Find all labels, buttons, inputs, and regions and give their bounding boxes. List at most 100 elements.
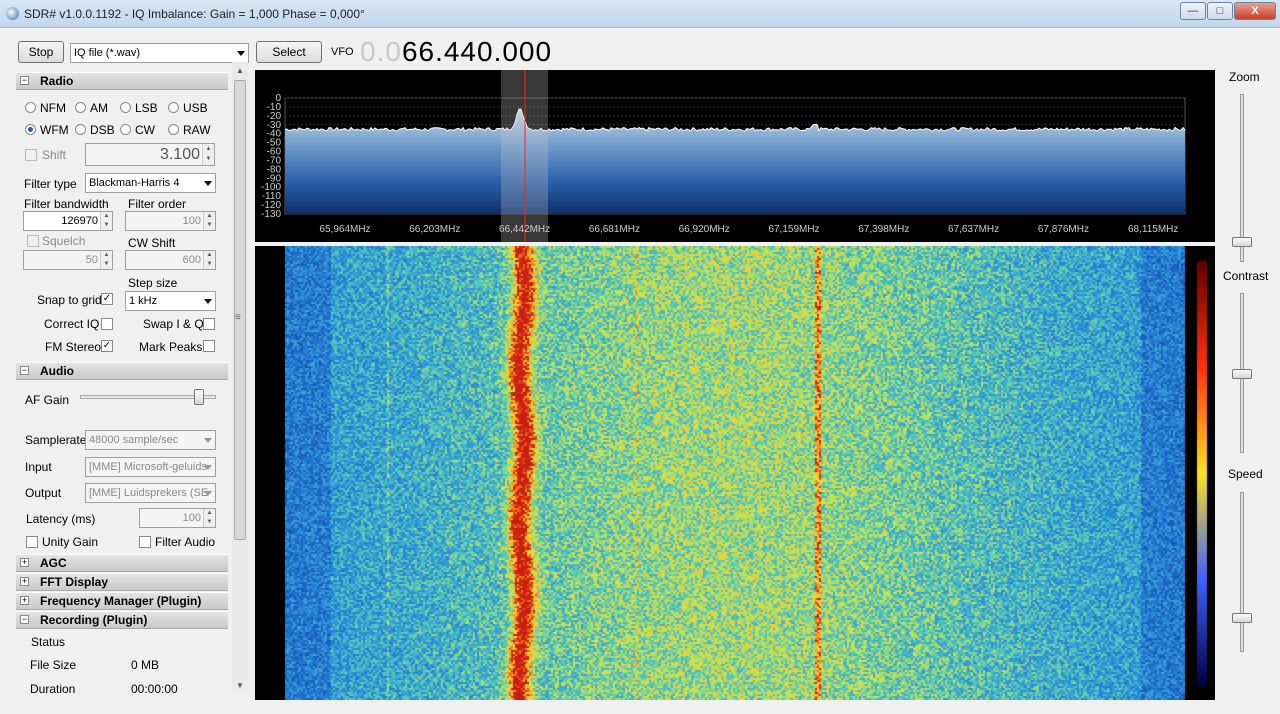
frequency-tick-label: 67,159MHz [768, 224, 819, 235]
duration-label: Duration [30, 682, 76, 696]
audio-input-select[interactable]: [MME] Microsoft-geluids [85, 457, 216, 477]
mode-radio-am[interactable] [75, 102, 86, 113]
mode-radio-nfm[interactable] [25, 102, 36, 113]
shift-input[interactable]: 3.100 ▲ ▼ [85, 143, 215, 166]
filter-bandwidth-label: Filter bandwidth [24, 197, 109, 211]
swap-iq-label: Swap I & Q [143, 317, 204, 331]
waterfall-display[interactable] [255, 246, 1215, 700]
filter-audio-checkbox[interactable] [139, 536, 151, 548]
zoom-slider-thumb[interactable] [1232, 237, 1252, 248]
filter-order-input[interactable]: 100 ▲ ▼ [125, 211, 216, 231]
step-size-label: Step size [128, 276, 178, 290]
fm-stereo-checkbox[interactable]: ✓ [101, 340, 113, 352]
fft-display-section-header[interactable]: + FFT Display [16, 573, 228, 591]
scroll-down-icon[interactable]: ▼ [236, 681, 244, 690]
mode-radio-dsb[interactable] [75, 124, 86, 135]
agc-section-header[interactable]: + AGC [16, 554, 228, 572]
mode-label-dsb: DSB [90, 123, 115, 137]
filter-order-label: Filter order [128, 197, 187, 211]
db-tick-label: -130 [261, 209, 281, 220]
audio-output-select[interactable]: [MME] Luidsprekers (SE [85, 483, 216, 503]
frequency-tick-label: 66,442MHz [499, 224, 550, 235]
snap-to-grid-label: Snap to grid [37, 293, 102, 307]
zoom-label: Zoom [1229, 70, 1260, 84]
waterfall-canvas[interactable] [255, 246, 1215, 700]
frequency-manager-section-header[interactable]: + Frequency Manager (Plugin) [16, 592, 228, 610]
filter-type-label: Filter type [24, 177, 77, 191]
expand-icon: + [20, 576, 29, 586]
fm-stereo-label: FM Stereo [45, 340, 102, 354]
step-size-select[interactable]: 1 kHz [125, 291, 216, 311]
mode-radio-lsb[interactable] [120, 102, 131, 113]
frequency-tick-label: 67,398MHz [858, 224, 909, 235]
collapse-icon: − [20, 75, 29, 85]
collapse-icon: − [20, 614, 29, 624]
input-label: Input [25, 460, 52, 474]
speed-label: Speed [1228, 467, 1263, 481]
speed-slider-thumb[interactable] [1232, 613, 1252, 623]
mode-label-raw: RAW [183, 123, 211, 137]
mode-radio-usb[interactable] [168, 102, 179, 113]
contrast-slider[interactable] [1232, 293, 1252, 453]
contrast-slider-thumb[interactable] [1232, 369, 1252, 379]
shift-label: Shift [42, 148, 67, 162]
filter-audio-label: Filter Audio [155, 535, 216, 549]
scrollbar-thumb[interactable] [234, 80, 246, 540]
unity-gain-checkbox[interactable] [26, 536, 38, 548]
mode-radio-cw[interactable] [120, 124, 131, 135]
stop-button[interactable]: Stop [18, 41, 64, 63]
frequency-tick-label: 65,964MHz [319, 224, 370, 235]
mode-label-lsb: LSB [135, 101, 158, 115]
latency-label: Latency (ms) [26, 512, 96, 526]
squelch-checkbox[interactable] [27, 235, 39, 247]
duration-value: 00:00:00 [131, 682, 178, 696]
select-button[interactable]: Select [256, 41, 322, 63]
mode-radio-raw[interactable] [168, 124, 179, 135]
recording-section-header[interactable]: − Recording (Plugin) [16, 611, 228, 629]
settings-scrollbar[interactable]: ▲ ▼ [232, 62, 248, 692]
recording-status-label: Status [31, 635, 66, 649]
snap-to-grid-checkbox[interactable]: ✓ [101, 293, 113, 305]
frequency-tick-label: 66,920MHz [679, 224, 730, 235]
radio-section-header[interactable]: − Radio [16, 72, 228, 90]
af-gain-thumb[interactable] [194, 389, 205, 405]
speed-slider[interactable] [1232, 492, 1252, 652]
mode-label-wfm: WFM [40, 123, 69, 137]
cw-shift-label: CW Shift [128, 236, 176, 250]
mark-peaks-checkbox[interactable] [203, 340, 215, 352]
expand-icon: + [20, 557, 29, 567]
minimize-button[interactable]: — [1180, 2, 1206, 20]
filter-type-select[interactable]: Blackman-Harris 4 [85, 173, 216, 193]
mode-label-am: AM [90, 101, 108, 115]
scroll-up-icon[interactable]: ▲ [236, 66, 244, 75]
audio-section-header[interactable]: − Audio [16, 362, 228, 380]
samplerate-label: Samplerate [25, 433, 87, 447]
correct-iq-checkbox[interactable] [101, 318, 113, 330]
title-bar: SDR# v1.0.0.1192 - IQ Imbalance: Gain = … [0, 0, 1280, 28]
frequency-tick-label: 68,115MHz [1128, 224, 1178, 235]
vfo-display[interactable]: 0.066.440.000 [360, 36, 552, 68]
zoom-slider[interactable] [1232, 94, 1252, 262]
mode-label-usb: USB [183, 101, 208, 115]
close-button[interactable]: X [1234, 2, 1276, 20]
frequency-tick-label: 66,681MHz [589, 224, 640, 235]
latency-input[interactable]: 100 ▲ ▼ [139, 508, 216, 528]
maximize-button[interactable]: □ [1207, 2, 1233, 20]
mode-radio-wfm[interactable] [25, 124, 36, 135]
mark-peaks-label: Mark Peaks [139, 340, 203, 354]
splitter-grip-icon[interactable]: ≡ [235, 312, 241, 323]
spectrum-plot[interactable]: 0-10-20-30-40-50-60-70-80-90-100-110-120… [255, 70, 1215, 242]
samplerate-select[interactable]: 48000 sample/sec [85, 430, 216, 450]
filter-bandwidth-input[interactable]: 126970 ▲ ▼ [23, 211, 113, 231]
output-label: Output [25, 486, 62, 500]
spectrum-analyzer[interactable]: 0 -10 -20 -30 -40 -50 -60 -70 -80 -90 -100 -110 -120… [255, 70, 1215, 242]
squelch-input[interactable]: 50 ▲ ▼ [23, 250, 113, 270]
file-size-label: File Size [30, 658, 77, 672]
source-select[interactable]: IQ file (*.wav) [70, 43, 249, 63]
mode-label-nfm: NFM [40, 101, 66, 115]
af-gain-slider[interactable] [80, 389, 216, 405]
collapse-icon: − [20, 365, 29, 375]
swap-iq-checkbox[interactable] [203, 318, 215, 330]
shift-checkbox[interactable] [25, 149, 37, 161]
cw-shift-input[interactable]: 600 ▲ ▼ [125, 250, 216, 270]
